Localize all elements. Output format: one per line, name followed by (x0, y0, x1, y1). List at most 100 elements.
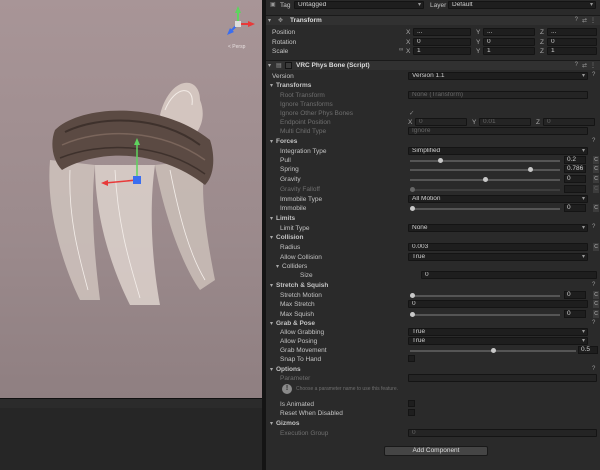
endpoint-x-field[interactable]: 0 (415, 118, 467, 126)
position-x-field[interactable]: ... (413, 28, 471, 36)
collapse-arrow-icon[interactable]: ▾ (270, 234, 273, 241)
max-squish-knob[interactable] (410, 312, 415, 317)
immobile-type-dropdown[interactable]: All Motion (408, 195, 588, 203)
question-icon[interactable]: ? (592, 366, 595, 372)
collapse-arrow-icon[interactable]: ▾ (270, 282, 273, 289)
question-icon[interactable]: ? (592, 224, 595, 230)
collapse-arrow-icon[interactable]: ▾ (270, 138, 273, 145)
rotation-x-field[interactable]: 0 (413, 38, 471, 46)
immobile-slider-track[interactable] (410, 208, 560, 210)
gravity-falloff-curve-button[interactable]: C (593, 185, 599, 193)
pull-value-field[interactable]: 0.2 (564, 156, 586, 164)
scale-x-field[interactable]: 1 (413, 47, 471, 55)
spring-slider-track[interactable] (410, 169, 560, 171)
rotation-z-field[interactable]: 0 (547, 38, 597, 46)
endpoint-y-field[interactable]: 0.01 (479, 118, 531, 126)
grab-movement-knob[interactable] (491, 348, 496, 353)
ignore-transforms-label[interactable]: Ignore Transforms (280, 101, 333, 108)
gravity-falloff-knob[interactable] (410, 187, 415, 192)
collapse-arrow-icon[interactable]: ▾ (270, 215, 273, 222)
grab-movement-field[interactable]: 0.5 (578, 346, 598, 354)
timeline-panel[interactable] (0, 408, 262, 470)
tag-dropdown[interactable]: Untagged (294, 1, 424, 9)
collapse-arrow-icon[interactable]: ▾ (270, 82, 273, 89)
stretch-motion-knob[interactable] (410, 293, 415, 298)
collapse-arrow-icon[interactable]: ▾ (270, 320, 273, 327)
snap-to-hand-checkbox[interactable] (408, 355, 415, 362)
limit-type-dropdown[interactable]: None (408, 224, 588, 232)
stretch-motion-curve-button[interactable]: C (593, 291, 599, 299)
stretch-motion-track[interactable] (410, 295, 560, 297)
execution-group-field[interactable]: 0 (408, 429, 597, 437)
link-icon[interactable]: ∞ (399, 47, 403, 53)
collapse-arrow-icon[interactable]: ▾ (270, 420, 273, 427)
endpoint-z-field[interactable]: 0 (543, 118, 595, 126)
spring-curve-button[interactable]: C (593, 165, 599, 173)
question-icon[interactable]: ? (592, 138, 595, 144)
allow-collision-dropdown[interactable]: True (408, 253, 588, 261)
grab-title[interactable]: Grab & Pose (276, 320, 315, 327)
reset-disabled-checkbox[interactable] (408, 409, 415, 416)
scene-view[interactable]: < Persp (0, 0, 262, 398)
stretch-motion-field[interactable]: 0 (564, 291, 586, 299)
pull-curve-button[interactable]: C (593, 156, 599, 164)
is-animated-checkbox[interactable] (408, 400, 415, 407)
multi-child-dropdown[interactable]: Ignore (408, 127, 588, 135)
colliders-size-field[interactable]: 0 (421, 271, 597, 279)
immobile-slider-knob[interactable] (410, 206, 415, 211)
hair-model[interactable] (40, 70, 230, 310)
stretch-title[interactable]: Stretch & Squish (276, 282, 328, 289)
transforms-title[interactable]: Transforms (276, 82, 311, 89)
immobile-curve-button[interactable]: C (593, 204, 599, 212)
integration-dropdown[interactable]: Simplified (408, 147, 588, 155)
max-squish-curve-button[interactable]: C (593, 310, 599, 318)
max-stretch-field[interactable]: 0 (408, 300, 588, 308)
immobile-value-field[interactable]: 0 (564, 204, 586, 212)
collapse-arrow-icon[interactable]: ▾ (270, 366, 273, 373)
collision-title[interactable]: Collision (276, 234, 303, 241)
pull-slider-knob[interactable] (438, 158, 443, 163)
transform-header[interactable]: ▾ ✥ Transform ? ⇄ ⋮ (266, 15, 600, 25)
limits-title[interactable]: Limits (276, 215, 295, 222)
preset-icon[interactable]: ⇄ (582, 17, 587, 24)
version-dropdown[interactable]: Version 1.1 (408, 72, 588, 80)
spring-value-field[interactable]: 0.786 (564, 165, 586, 173)
pull-slider-track[interactable] (410, 160, 560, 162)
question-icon[interactable]: ? (592, 282, 595, 288)
options-title[interactable]: Options (276, 366, 301, 373)
rotation-y-field[interactable]: 0 (483, 38, 535, 46)
spring-slider-knob[interactable] (528, 167, 533, 172)
perspective-label[interactable]: < Persp (228, 44, 245, 50)
question-icon[interactable]: ? (592, 72, 595, 78)
add-component-button[interactable]: Add Component (384, 446, 488, 456)
gravity-falloff-track[interactable] (410, 189, 560, 191)
preset-icon[interactable]: ⇄ (582, 62, 587, 69)
max-stretch-curve-button[interactable]: C (593, 300, 599, 308)
physbone-header[interactable]: ▾ ▤ VRC Phys Bone (Script) ? ⇄ ⋮ (266, 60, 600, 70)
help-icon[interactable]: ? (575, 17, 578, 23)
parameter-field[interactable] (408, 374, 597, 382)
forces-title[interactable]: Forces (276, 138, 297, 145)
max-squish-field[interactable]: 0 (564, 310, 586, 318)
menu-icon[interactable]: ⋮ (590, 62, 596, 69)
allow-posing-dropdown[interactable]: True (408, 337, 588, 345)
root-transform-field[interactable]: None (Transform) (408, 91, 588, 99)
radius-curve-button[interactable]: C (593, 243, 599, 251)
max-squish-track[interactable] (410, 314, 560, 316)
allow-grabbing-dropdown[interactable]: True (408, 328, 588, 336)
collapse-arrow-icon[interactable]: ▾ (276, 263, 279, 270)
position-y-field[interactable]: ... (483, 28, 535, 36)
help-icon[interactable]: ? (575, 62, 578, 68)
ignore-other-checkmark-icon[interactable]: ✓ (409, 109, 414, 117)
question-icon[interactable]: ? (592, 320, 595, 326)
colliders-label[interactable]: Colliders (282, 263, 307, 270)
gizmos-title[interactable]: Gizmos (276, 420, 299, 427)
scale-y-field[interactable]: 1 (483, 47, 535, 55)
layer-dropdown[interactable]: Default (448, 1, 596, 9)
position-z-field[interactable]: ... (547, 28, 597, 36)
gravity-value-field[interactable]: 0 (564, 175, 586, 183)
gravity-slider-knob[interactable] (483, 177, 488, 182)
scale-z-field[interactable]: 1 (547, 47, 597, 55)
menu-icon[interactable]: ⋮ (590, 17, 596, 24)
gravity-curve-button[interactable]: C (593, 175, 599, 183)
